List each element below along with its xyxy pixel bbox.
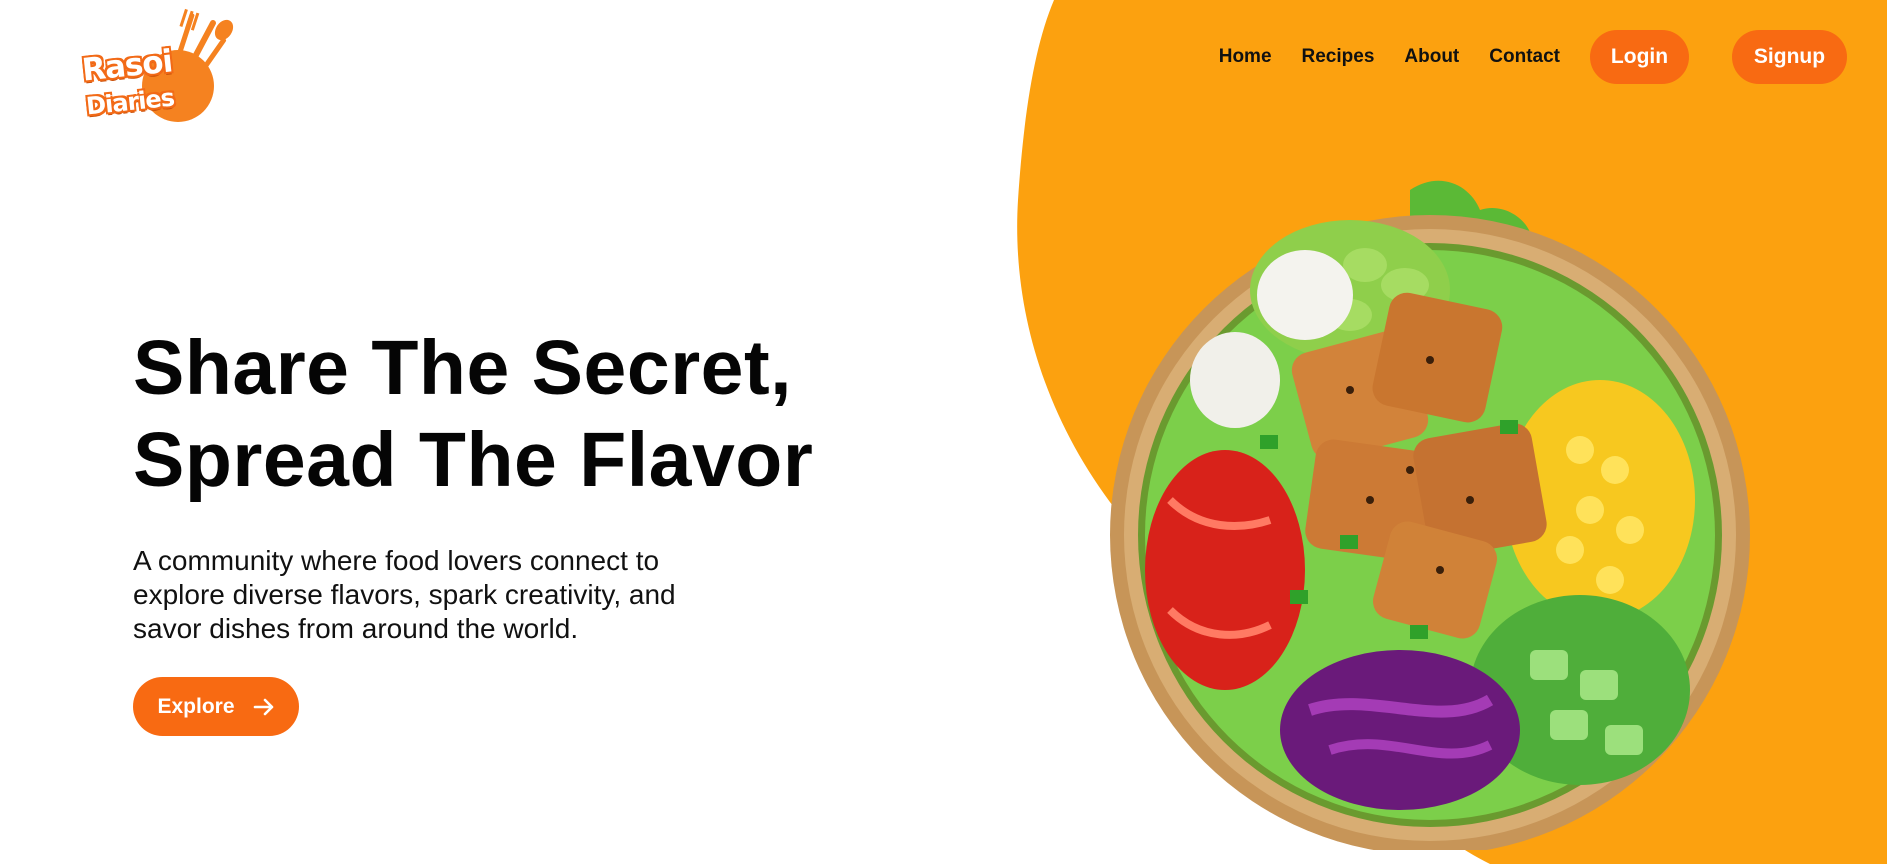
nav-link-contact[interactable]: Contact — [1489, 46, 1560, 68]
hero-title: Share The Secret, Spread The Flavor — [133, 322, 813, 506]
nav-link-about[interactable]: About — [1404, 46, 1459, 68]
nav-link-home[interactable]: Home — [1219, 46, 1272, 68]
main-navigation: Home Recipes About Contact Login Signup — [1219, 30, 1847, 84]
explore-button-label: Explore — [157, 694, 235, 718]
salad-bowl-illustration — [1110, 180, 1750, 855]
explore-button[interactable]: Explore — [133, 677, 299, 736]
salad-bowl-image — [1110, 170, 1760, 855]
hero-description-line-1: A community where food lovers connect to — [133, 545, 660, 576]
brand-logo[interactable]: Rasoi Diaries — [78, 8, 236, 130]
signup-button[interactable]: Signup — [1732, 30, 1847, 84]
hero-description: A community where food lovers connect to… — [133, 544, 743, 646]
hero-title-line-2: Spread The Flavor — [133, 417, 814, 503]
login-button[interactable]: Login — [1590, 30, 1689, 84]
hero-section: Share The Secret, Spread The Flavor A co… — [133, 322, 813, 736]
hero-description-line-2: explore diverse flavors, spark creativit… — [133, 579, 676, 610]
nav-link-recipes[interactable]: Recipes — [1302, 46, 1375, 68]
hero-title-line-1: Share The Secret, — [133, 325, 793, 411]
hero-description-line-3: savor dishes from around the world. — [133, 613, 579, 644]
arrow-right-icon — [253, 698, 273, 715]
